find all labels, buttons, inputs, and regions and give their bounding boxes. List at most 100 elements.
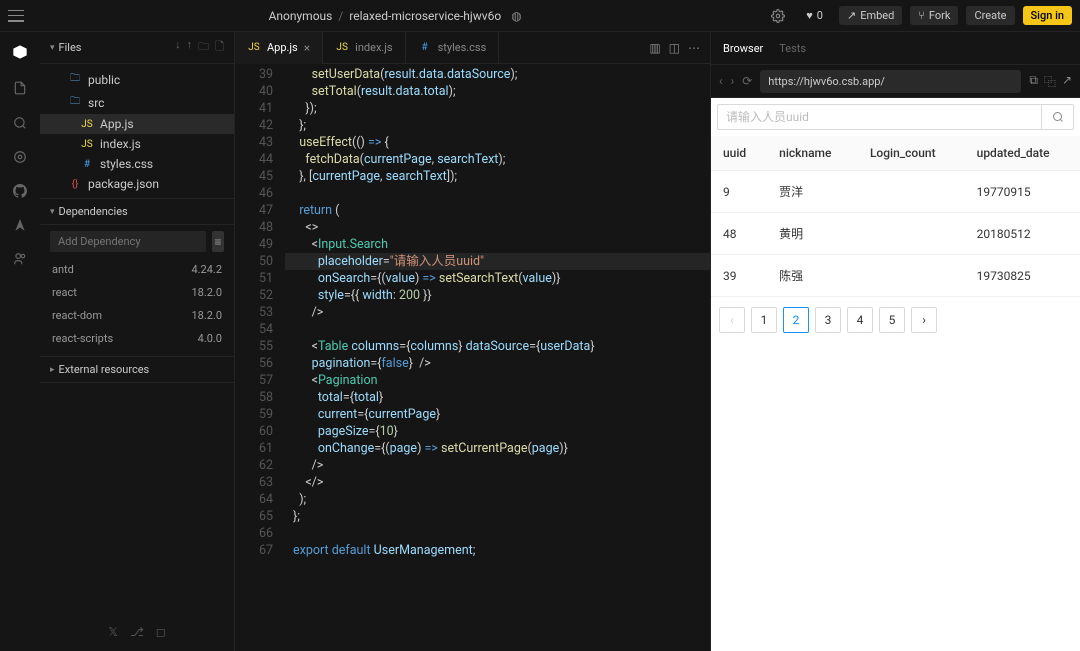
column-updated_date: updated_date xyxy=(965,136,1080,171)
tab-label: styles.css xyxy=(438,41,487,54)
folder-icon: 🗀 xyxy=(68,94,82,111)
breadcrumb-sep: / xyxy=(338,9,343,23)
live-icon[interactable] xyxy=(13,252,27,266)
cell-login xyxy=(858,213,965,255)
copy-icon[interactable]: ⿻ xyxy=(1044,73,1056,90)
fork-button[interactable]: ⑂ Fork xyxy=(910,6,958,25)
close-icon[interactable]: × xyxy=(304,41,310,55)
file-item-App-js[interactable]: JS App.js xyxy=(40,114,234,134)
embed-button[interactable]: ↗ Embed xyxy=(839,6,902,25)
code-editor[interactable]: setUserData(result.data.dataSource); set… xyxy=(285,64,710,651)
page-3[interactable]: 3 xyxy=(815,307,841,333)
file-icon[interactable] xyxy=(13,80,27,96)
tab-browser[interactable]: Browser xyxy=(723,42,763,55)
dep-item[interactable]: react-dom18.2.0 xyxy=(40,304,234,327)
table-row: 9贾洋19770915 xyxy=(711,171,1080,213)
cell-nickname: 黄明 xyxy=(767,213,858,255)
page-1[interactable]: 1 xyxy=(751,307,777,333)
chevron-down-icon: ▾ xyxy=(50,207,55,217)
dep-item[interactable]: react-scripts4.0.0 xyxy=(40,327,234,350)
page-4[interactable]: 4 xyxy=(847,307,873,333)
tab-index-js[interactable]: JSindex.js xyxy=(323,32,405,64)
create-button[interactable]: Create xyxy=(966,6,1014,25)
likes-button[interactable]: ♥ 0 xyxy=(798,6,831,25)
tab-tests[interactable]: Tests xyxy=(779,42,806,55)
tab-label: App.js xyxy=(267,41,298,54)
dep-item[interactable]: antd4.24.2 xyxy=(40,258,234,281)
popup-icon[interactable]: ⧉ xyxy=(1029,73,1038,90)
js-icon: JS xyxy=(80,119,94,130)
deploy-icon[interactable] xyxy=(13,218,27,232)
add-dependency-button[interactable]: ≡ xyxy=(212,231,224,252)
js-icon: JS xyxy=(335,42,349,53)
file-name: package.json xyxy=(88,177,159,191)
cell-uuid: 48 xyxy=(711,213,767,255)
cell-date: 19730825 xyxy=(965,255,1080,297)
external-resources-header[interactable]: ▸ External resources xyxy=(40,357,234,383)
file-item-styles-css[interactable]: #styles.css xyxy=(40,154,234,174)
page-next[interactable]: › xyxy=(911,307,937,333)
dep-version: 18.2.0 xyxy=(191,309,222,322)
social-icons: 𝕏 ⎇ ◻ xyxy=(40,613,234,651)
github-icon[interactable] xyxy=(13,184,27,198)
cell-nickname: 贾洋 xyxy=(767,171,858,213)
breadcrumb-owner[interactable]: Anonymous xyxy=(269,9,333,23)
ext-label: External resources xyxy=(59,363,150,376)
github-icon[interactable]: ⎇ xyxy=(130,625,144,639)
file-item-package-json[interactable]: {}package.json xyxy=(40,174,234,194)
add-dependency-input[interactable] xyxy=(50,231,206,252)
dep-version: 18.2.0 xyxy=(191,286,222,299)
css-icon: # xyxy=(80,159,94,170)
page-2[interactable]: 2 xyxy=(783,307,809,333)
search-icon[interactable] xyxy=(13,116,27,130)
url-input[interactable] xyxy=(760,70,1021,93)
breadcrumb-project[interactable]: relaxed-microservice-hjwv6o xyxy=(349,9,501,23)
file-name: App.js xyxy=(100,117,134,131)
page-5[interactable]: 5 xyxy=(879,307,905,333)
forward-icon[interactable]: › xyxy=(731,74,735,88)
new-file-icon[interactable]: 🗋 xyxy=(215,38,224,57)
deps-header[interactable]: ▾ Dependencies xyxy=(40,199,234,225)
layout-icon[interactable]: ▥ xyxy=(649,41,660,55)
dep-item[interactable]: react 18.2.0 xyxy=(40,281,234,304)
cell-date: 20180512 xyxy=(965,213,1080,255)
column-nickname: nickname xyxy=(767,136,858,171)
more-icon[interactable]: ⋯ xyxy=(688,41,700,55)
file-name: index.js xyxy=(100,137,141,151)
breadcrumb: Anonymous / relaxed-microservice-hjwv6o … xyxy=(24,9,766,23)
signin-button[interactable]: Sign in xyxy=(1023,6,1072,25)
upload-icon[interactable]: ↑ xyxy=(187,38,193,57)
split-icon[interactable]: ◫ xyxy=(669,41,680,55)
file-item-src[interactable]: 🗀 src xyxy=(40,91,234,114)
chevron-right-icon: ▸ xyxy=(50,365,55,375)
back-icon[interactable]: ‹ xyxy=(719,74,723,88)
download-icon[interactable]: ↓ xyxy=(175,38,181,57)
tab-styles-css[interactable]: #styles.css xyxy=(406,32,500,64)
file-name: src xyxy=(88,96,104,110)
files-label: Files xyxy=(59,41,82,54)
menu-icon[interactable] xyxy=(8,10,24,22)
new-folder-icon[interactable]: 🗀 xyxy=(198,38,209,57)
tab-App-js[interactable]: JSApp.js× xyxy=(235,32,323,64)
dep-name: react xyxy=(52,286,77,299)
cell-nickname: 陈强 xyxy=(767,255,858,297)
table-row: 39陈强19730825 xyxy=(711,255,1080,297)
reload-icon[interactable]: ⟳ xyxy=(742,74,752,88)
file-item-index-js[interactable]: JSindex.js xyxy=(40,134,234,154)
cell-login xyxy=(858,171,965,213)
discord-icon[interactable]: ◻ xyxy=(156,625,166,639)
search-input[interactable] xyxy=(717,104,1042,130)
search-button[interactable] xyxy=(1042,104,1074,130)
gear-icon[interactable] xyxy=(766,4,790,28)
files-header[interactable]: ▾ Files ↓ ↑ 🗀 🗋 xyxy=(40,32,234,64)
dep-name: react-scripts xyxy=(52,332,113,345)
settings-icon[interactable] xyxy=(13,150,27,164)
file-name: public xyxy=(88,73,120,87)
column-Login_count: Login_count xyxy=(858,136,965,171)
page-prev[interactable]: ‹ xyxy=(719,307,745,333)
folder-icon: 🗀 xyxy=(68,71,82,88)
twitter-icon[interactable]: 𝕏 xyxy=(108,625,118,639)
explorer-icon[interactable] xyxy=(12,44,28,60)
external-icon[interactable]: ↗ xyxy=(1062,73,1072,90)
file-item-public[interactable]: 🗀 public xyxy=(40,68,234,91)
